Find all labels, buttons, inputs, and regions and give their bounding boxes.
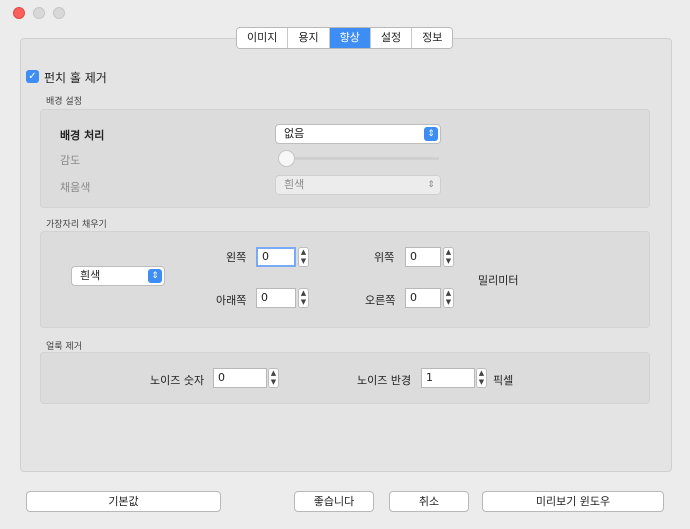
minimize-window-button[interactable] [33,7,45,19]
hole-punch-checkbox[interactable]: ✓ [26,70,39,83]
title-bar [0,0,690,24]
stepper-arrows-icon: ▲ ▼ [445,289,452,306]
fill-color-select[interactable]: 흰색 ⇕ [275,175,441,195]
speckle-group [40,352,650,404]
checkmark-icon: ✓ [28,71,37,82]
left-stepper[interactable]: ▲ ▼ [298,247,309,267]
tab-bar: 이미지 용지 향상 설정 정보 [236,27,454,49]
noise-radius-label: 노이즈 반경 [357,374,412,387]
sensitivity-label: 감도 [60,154,81,167]
unit-pixel-label: 픽셀 [493,374,514,387]
right-stepper[interactable]: ▲ ▼ [443,288,454,308]
cancel-button[interactable]: 취소 [389,491,469,512]
stepper-arrows-icon: ▲ ▼ [300,248,307,265]
ok-button[interactable]: 좋습니다 [294,491,374,512]
bottom-stepper[interactable]: ▲ ▼ [298,288,309,308]
stepper-arrows-icon: ▲ ▼ [270,369,277,386]
background-processing-select[interactable]: 없음 ⇕ [275,124,441,144]
noise-count-input[interactable]: 0 [213,368,267,388]
top-stepper[interactable]: ▲ ▼ [443,247,454,267]
left-input[interactable]: 0 [256,247,296,267]
scanner-settings-window: 이미지 용지 향상 설정 정보 ✓ 펀치 홀 제거 배경 설정 배경 처리 없음… [0,0,690,529]
unit-millimeter-label: 밀리미터 [478,274,519,287]
stepper-arrows-icon: ▲ ▼ [300,289,307,306]
edge-fill-color-value: 흰색 [80,269,101,282]
zoom-window-button[interactable] [53,7,65,19]
tab-info[interactable]: 정보 [412,28,453,48]
defaults-button[interactable]: 기본값 [26,491,221,512]
hole-punch-label: 펀치 홀 제거 [44,71,107,85]
speckle-section-title: 얼룩 제거 [46,342,82,352]
tab-paper[interactable]: 용지 [288,28,330,48]
noise-count-stepper[interactable]: ▲ ▼ [268,368,279,388]
noise-radius-input[interactable]: 1 [421,368,475,388]
top-label: 위쪽 [374,251,395,264]
noise-count-label: 노이즈 숫자 [150,374,205,387]
preview-window-button[interactable]: 미리보기 윈도우 [482,491,664,512]
tab-enhance[interactable]: 향상 [329,28,371,48]
tab-image[interactable]: 이미지 [237,28,289,48]
edge-fill-section-title: 가장자리 채우기 [46,220,107,230]
fill-color-label: 채움색 [60,181,91,194]
bottom-label: 아래쪽 [216,294,247,307]
up-down-chevron-icon: ⇕ [424,127,438,141]
right-input[interactable]: 0 [405,288,441,308]
background-section-title: 배경 설정 [46,97,82,107]
up-down-chevron-icon: ⇕ [427,180,435,190]
stepper-arrows-icon: ▲ ▼ [478,369,485,386]
background-processing-value: 없음 [284,127,305,140]
edge-fill-color-select[interactable]: 흰색 ⇕ [71,266,165,286]
bottom-input[interactable]: 0 [256,288,296,308]
sensitivity-slider-knob[interactable] [278,150,295,167]
close-window-button[interactable] [13,7,25,19]
up-down-chevron-icon: ⇕ [148,269,162,283]
stepper-arrows-icon: ▲ ▼ [445,248,452,265]
background-processing-label: 배경 처리 [60,129,105,142]
right-label: 오른쪽 [365,294,396,307]
tab-settings[interactable]: 설정 [370,28,413,48]
sensitivity-slider-track [287,157,439,160]
noise-radius-stepper[interactable]: ▲ ▼ [476,368,487,388]
left-label: 왼쪽 [226,251,247,264]
fill-color-value: 흰색 [284,178,305,191]
top-input[interactable]: 0 [405,247,441,267]
